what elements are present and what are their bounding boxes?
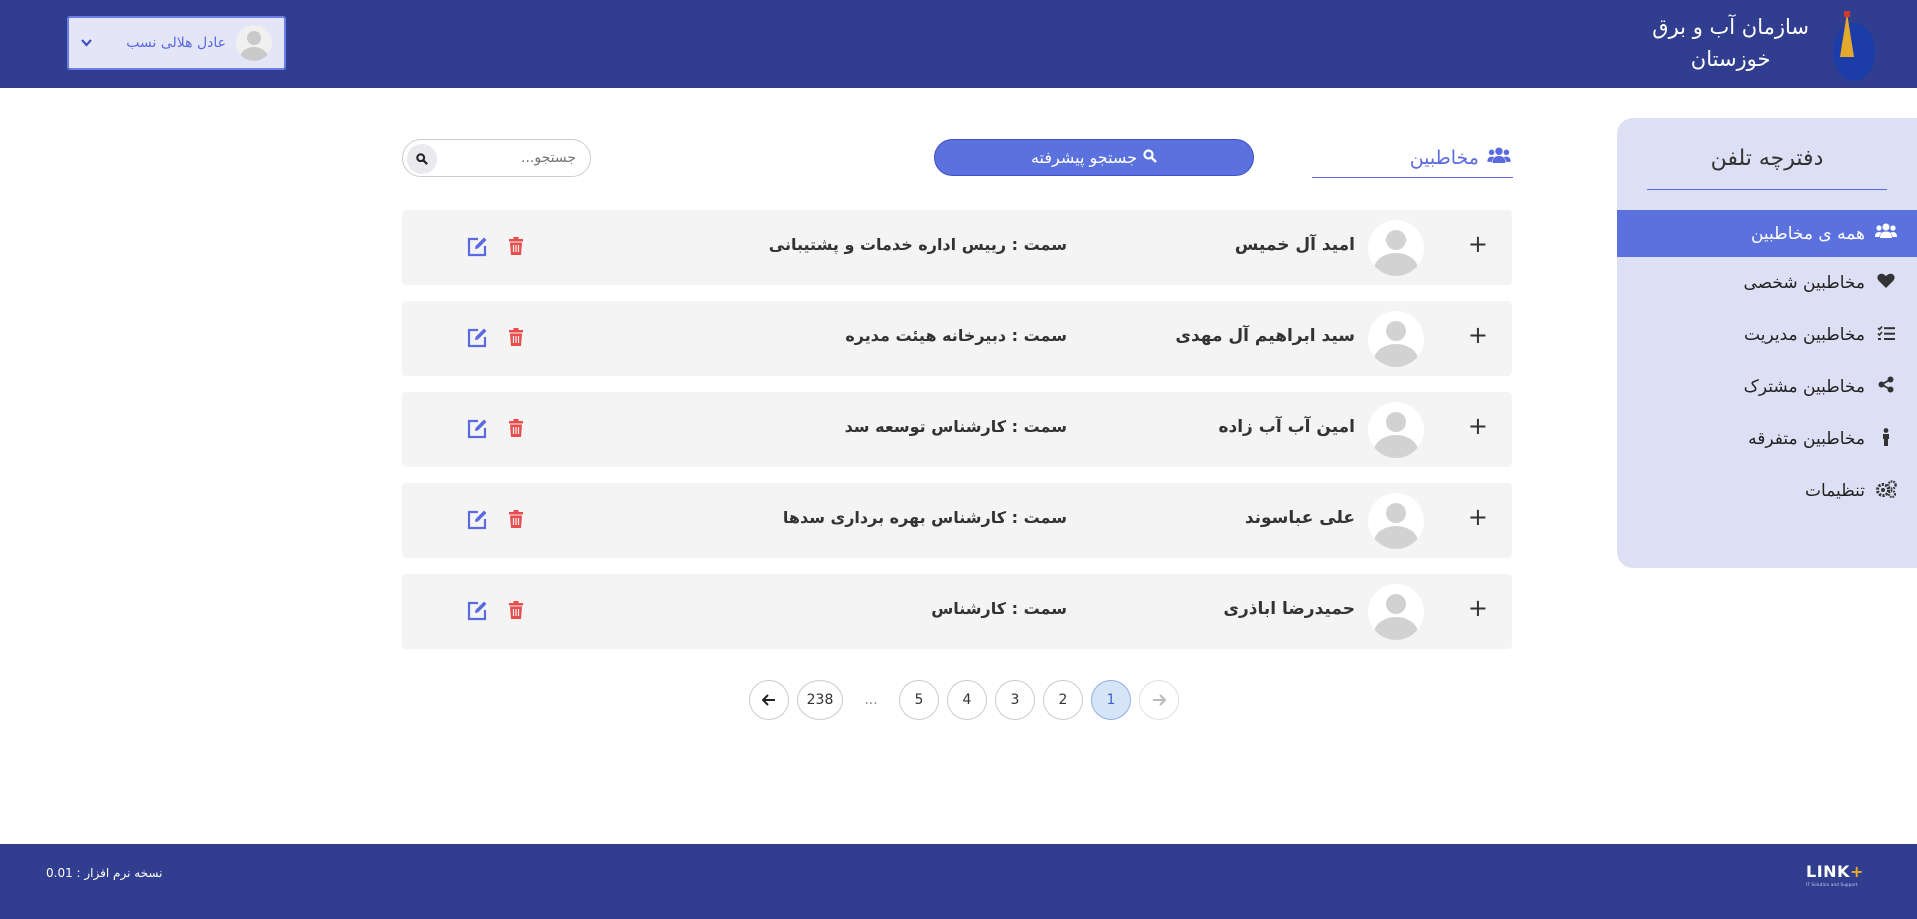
expand-icon[interactable]: + bbox=[1468, 321, 1488, 349]
pagination-prev-button[interactable] bbox=[1139, 680, 1179, 720]
advanced-search-label: جستجو پیشرفته bbox=[1030, 148, 1138, 167]
sidebar-item-shared-contacts[interactable]: مخاطبین مشترک bbox=[1617, 361, 1917, 413]
contact-avatar bbox=[1368, 584, 1424, 640]
search-box bbox=[402, 139, 591, 177]
users-icon bbox=[1487, 147, 1511, 169]
sidebar-item-management-contacts[interactable]: مخاطبین مدیریت bbox=[1617, 309, 1917, 361]
contact-row: + علی عباسوند سمت : کارشناس بهره برداری … bbox=[402, 483, 1512, 558]
contact-row: + حمیدرضا اباذری سمت : کارشناس bbox=[402, 574, 1512, 649]
users-icon bbox=[1875, 223, 1897, 244]
trash-icon[interactable] bbox=[506, 418, 526, 438]
pagination-page-5[interactable]: 5 bbox=[899, 680, 939, 720]
brand: سازمان آب و برق خوزستان bbox=[1652, 10, 1877, 81]
expand-icon[interactable]: + bbox=[1468, 230, 1488, 258]
contact-row: + سید ابراهیم آل مهدی سمت : دبیرخانه هیئ… bbox=[402, 301, 1512, 376]
contact-name: امید آل خمیس bbox=[1234, 235, 1355, 255]
footer: نسخه نرم افزار : 0.01 LINK+ IT Solution … bbox=[0, 844, 1917, 919]
pagination-page-3[interactable]: 3 bbox=[995, 680, 1035, 720]
logo-subtitle: IT Solution and Support bbox=[1806, 882, 1858, 887]
trash-icon[interactable] bbox=[506, 600, 526, 620]
sidebar-item-personal-contacts[interactable]: مخاطبین شخصی bbox=[1617, 257, 1917, 309]
expand-icon[interactable]: + bbox=[1468, 412, 1488, 440]
search-icon bbox=[416, 153, 428, 165]
contact-avatar bbox=[1368, 493, 1424, 549]
contact-name: حمیدرضا اباذری bbox=[1223, 599, 1355, 619]
sidebar-item-label: همه ی مخاطبین bbox=[1750, 223, 1865, 244]
search-icon bbox=[1143, 148, 1157, 167]
pagination: 238 ... 5 4 3 2 1 bbox=[749, 680, 1179, 720]
sidebar-item-label: مخاطبین شخصی bbox=[1743, 273, 1865, 293]
pagination-ellipsis: ... bbox=[864, 692, 878, 708]
trash-icon[interactable] bbox=[506, 509, 526, 529]
edit-icon[interactable] bbox=[466, 418, 488, 440]
expand-icon[interactable]: + bbox=[1468, 594, 1488, 622]
share-icon bbox=[1875, 376, 1897, 398]
sidebar-item-misc-contacts[interactable]: مخاطبین متفرقه bbox=[1617, 413, 1917, 465]
contact-position: سمت : کارشناس بهره برداری سدها bbox=[782, 508, 1067, 527]
trash-icon[interactable] bbox=[506, 236, 526, 256]
organization-logo bbox=[1829, 11, 1877, 81]
user-name: عادل هلالی نسب bbox=[126, 35, 226, 51]
sidebar-item-label: تنظیمات bbox=[1805, 481, 1865, 501]
person-icon bbox=[1875, 427, 1897, 451]
brand-title-line1: سازمان آب و برق bbox=[1652, 15, 1809, 39]
contact-position: سمت : دبیرخانه هیئت مدیره bbox=[845, 326, 1067, 345]
sidebar-item-label: مخاطبین مشترک bbox=[1743, 377, 1865, 397]
tab-contacts[interactable]: مخاطبین bbox=[1312, 138, 1513, 178]
contact-row: + امین آب آب زاده سمت : کارشناس توسعه سد bbox=[402, 392, 1512, 467]
edit-icon[interactable] bbox=[466, 509, 488, 531]
sidebar-menu: همه ی مخاطبین مخاطبین شخصی مخاطبین مدیری… bbox=[1617, 210, 1917, 517]
brand-title: سازمان آب و برق خوزستان bbox=[1652, 11, 1809, 75]
trash-icon[interactable] bbox=[506, 327, 526, 347]
sidebar-item-settings[interactable]: تنظیمات bbox=[1617, 465, 1917, 517]
sidebar: دفترچه تلفن همه ی مخاطبین مخاطبین شخصی م… bbox=[1617, 118, 1917, 568]
heart-icon bbox=[1875, 273, 1897, 294]
sidebar-item-all-contacts[interactable]: همه ی مخاطبین bbox=[1617, 210, 1917, 257]
link-logo: LINK+ IT Solution and Support bbox=[1806, 862, 1876, 892]
expand-icon[interactable]: + bbox=[1468, 503, 1488, 531]
edit-icon[interactable] bbox=[466, 327, 488, 349]
brand-title-line2: خوزستان bbox=[1690, 47, 1771, 71]
pagination-next-button[interactable] bbox=[749, 680, 789, 720]
contact-name: علی عباسوند bbox=[1244, 508, 1355, 528]
sidebar-item-label: مخاطبین مدیریت bbox=[1744, 325, 1865, 345]
contact-position: سمت : کارشناس bbox=[931, 599, 1067, 618]
top-header: سازمان آب و برق خوزستان عادل هلالی نسب bbox=[0, 0, 1917, 88]
software-version: نسخه نرم افزار : 0.01 bbox=[46, 866, 163, 880]
arrow-right-icon bbox=[1153, 694, 1166, 706]
list-check-icon bbox=[1875, 325, 1897, 346]
sidebar-item-label: مخاطبین متفرقه bbox=[1748, 429, 1865, 449]
sidebar-title: دفترچه تلفن bbox=[1647, 146, 1887, 190]
user-menu-button[interactable]: عادل هلالی نسب bbox=[67, 16, 286, 70]
contacts-list: + امید آل خمیس سمت : رییس اداره خدمات و … bbox=[402, 210, 1512, 665]
advanced-search-button[interactable]: جستجو پیشرفته bbox=[934, 139, 1254, 176]
search-input[interactable] bbox=[456, 148, 576, 168]
pagination-page-1[interactable]: 1 bbox=[1091, 680, 1131, 720]
logo-plus: + bbox=[1849, 862, 1864, 881]
logo-text: LINK bbox=[1806, 862, 1850, 881]
edit-icon[interactable] bbox=[466, 236, 488, 258]
search-button[interactable] bbox=[407, 144, 437, 174]
contact-avatar bbox=[1368, 220, 1424, 276]
pagination-page-last[interactable]: 238 bbox=[797, 680, 843, 720]
tab-contacts-label: مخاطبین bbox=[1409, 146, 1479, 169]
contact-name: سید ابراهیم آل مهدی bbox=[1175, 326, 1355, 346]
pagination-page-2[interactable]: 2 bbox=[1043, 680, 1083, 720]
edit-icon[interactable] bbox=[466, 600, 488, 622]
user-avatar bbox=[236, 25, 272, 61]
contact-avatar bbox=[1368, 311, 1424, 367]
gears-icon bbox=[1875, 479, 1897, 503]
pagination-page-4[interactable]: 4 bbox=[947, 680, 987, 720]
contact-name: امین آب آب زاده bbox=[1218, 417, 1355, 437]
contact-avatar bbox=[1368, 402, 1424, 458]
contact-position: سمت : رییس اداره خدمات و پشتیبانی bbox=[768, 235, 1067, 254]
arrow-left-icon bbox=[762, 694, 775, 706]
chevron-down-icon bbox=[81, 39, 92, 47]
contact-position: سمت : کارشناس توسعه سد bbox=[844, 417, 1067, 436]
contact-row: + امید آل خمیس سمت : رییس اداره خدمات و … bbox=[402, 210, 1512, 285]
